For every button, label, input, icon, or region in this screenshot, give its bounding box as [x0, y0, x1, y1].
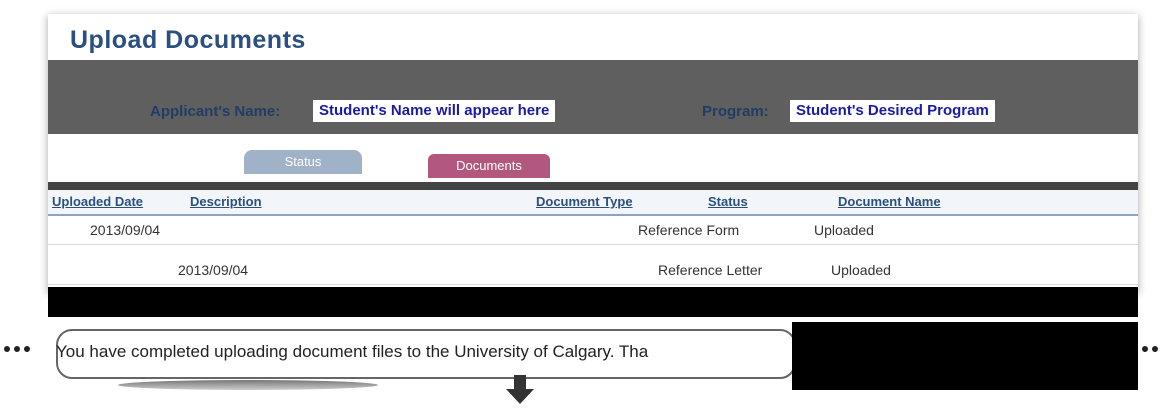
footer-band	[48, 287, 1138, 317]
column-description[interactable]: Description	[190, 194, 262, 209]
cell-status: Uploaded	[831, 262, 891, 278]
message-shadow	[118, 380, 378, 390]
right-decoration-icon	[1138, 340, 1168, 358]
left-decoration-icon	[0, 340, 42, 358]
cell-status: Uploaded	[814, 222, 874, 238]
table-row[interactable]: 2013/09/04 Reference Form Uploaded	[48, 218, 1138, 245]
program-value: Student's Desired Program	[790, 100, 995, 122]
upload-documents-window	[48, 14, 1138, 292]
cell-document-type: Reference Form	[638, 222, 740, 238]
tab-documents[interactable]: Documents	[428, 154, 550, 178]
applicant-name-value: Student's Name will appear here	[313, 100, 556, 122]
cell-document-type: Reference Letter	[658, 262, 763, 278]
tab-strip	[48, 182, 1138, 190]
column-document-type[interactable]: Document Type	[536, 194, 633, 209]
header-band	[48, 60, 1138, 134]
table-row[interactable]: 2013/09/04 Reference Letter Uploaded	[48, 258, 1138, 285]
cell-uploaded-date: 2013/09/04	[178, 262, 249, 278]
completion-message: You have completed uploading document fi…	[56, 342, 649, 361]
column-document-name[interactable]: Document Name	[838, 194, 941, 209]
column-status[interactable]: Status	[708, 194, 748, 209]
cell-uploaded-date: 2013/09/04	[90, 222, 161, 238]
program-label: Program:	[702, 103, 769, 120]
message-overflow-region	[792, 322, 1138, 390]
documents-table-header: Uploaded Date Description Document Type …	[48, 190, 1138, 216]
page-title: Upload Documents	[70, 26, 306, 54]
column-uploaded-date[interactable]: Uploaded Date	[52, 194, 143, 209]
down-arrow-icon	[500, 375, 540, 405]
tab-status[interactable]: Status	[244, 150, 362, 174]
applicant-name-label: Applicant's Name:	[150, 103, 281, 120]
